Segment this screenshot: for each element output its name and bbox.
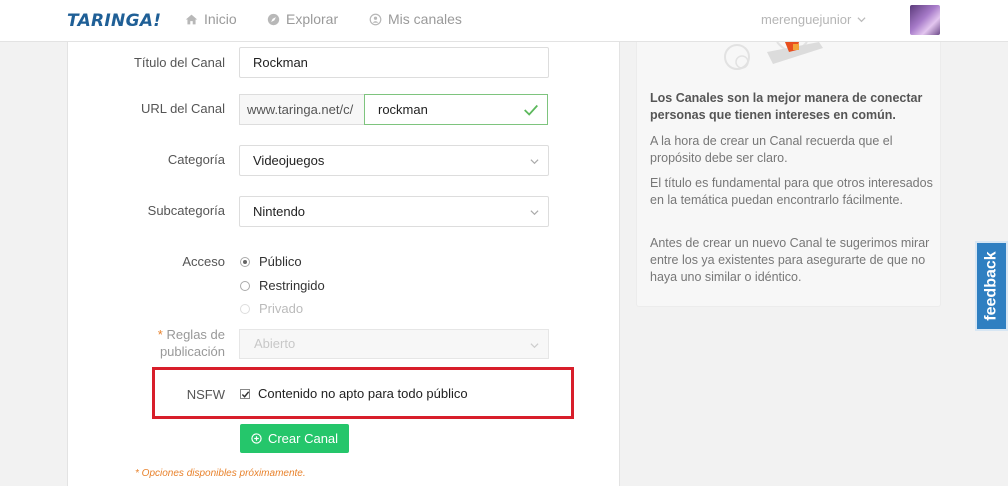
radio-restringido-label: Restringido: [259, 278, 325, 293]
info-paragraph-3: Antes de crear un nuevo Canal te sugerim…: [650, 236, 930, 284]
home-icon: [185, 14, 198, 24]
rules-label: * Reglas de publicación: [65, 326, 225, 360]
nsfw-checkbox-row[interactable]: Contenido no apto para todo público: [240, 386, 468, 401]
subcategory-value: Nintendo: [253, 204, 306, 219]
avatar[interactable]: [910, 5, 940, 35]
rules-label-line1: Reglas de: [166, 327, 225, 342]
url-prefix: www.taringa.net/c/: [239, 94, 365, 125]
url-label: URL del Canal: [140, 101, 225, 116]
access-label: Acceso: [182, 254, 225, 269]
nav-explorar[interactable]: Explorar: [267, 11, 338, 27]
taringa-logo[interactable]: TARINGA!: [67, 11, 161, 31]
subcategory-label: Subcategoría: [147, 203, 225, 218]
nav-inicio[interactable]: Inicio: [185, 11, 237, 27]
create-channel-label: Crear Canal: [267, 431, 339, 446]
radio-publico-label: Público: [259, 254, 302, 269]
radio-privado: Privado: [240, 301, 303, 316]
nav-mis-canales-label: Mis canales: [388, 11, 462, 27]
radio-dot: [240, 303, 250, 314]
plus-circle-icon: [251, 433, 262, 444]
nav-mis-canales[interactable]: Mis canales: [369, 11, 462, 27]
nsfw-label: NSFW: [186, 387, 225, 402]
radio-publico[interactable]: Público: [240, 254, 302, 269]
nsfw-checkbox-label: Contenido no apto para todo público: [258, 386, 468, 401]
chevron-down-icon: [530, 210, 539, 216]
feedback-label: feedback: [982, 251, 1000, 321]
feedback-tab[interactable]: feedback: [975, 241, 1008, 331]
compass-icon: [267, 13, 280, 25]
info-paragraph-2: El título es fundamental para que otros …: [650, 176, 933, 207]
chevron-down-icon: [530, 343, 539, 349]
radio-dot[interactable]: [240, 280, 250, 291]
category-value: Videojuegos: [253, 153, 325, 168]
username: merenguejunior: [761, 12, 852, 27]
subcategory-select[interactable]: Nintendo: [239, 196, 549, 227]
category-label: Categoría: [167, 152, 225, 167]
info-card: Los Canales son la mejor manera de conec…: [636, 42, 941, 307]
radio-dot[interactable]: [240, 256, 250, 267]
create-channel-button[interactable]: Crear Canal: [240, 424, 349, 453]
url-input-value: rockman: [378, 102, 428, 117]
nsfw-checkbox[interactable]: [240, 388, 250, 399]
chevron-down-icon: [857, 17, 866, 23]
user-menu[interactable]: merenguejunior: [761, 12, 866, 27]
rules-select: Abierto: [239, 329, 549, 359]
rules-value: Abierto: [254, 336, 296, 351]
checkmark-icon: [241, 390, 250, 398]
title-label: Título del Canal: [133, 55, 225, 70]
category-select[interactable]: Videojuegos: [239, 145, 549, 176]
footnote: * Opciones disponibles próximamente.: [135, 468, 306, 479]
check-icon: [524, 104, 538, 116]
required-asterisk: *: [157, 327, 163, 342]
radio-privado-label: Privado: [259, 301, 304, 316]
radio-restringido[interactable]: Restringido: [240, 278, 325, 293]
channels-icon: [369, 13, 382, 25]
chevron-down-icon: [530, 159, 539, 165]
info-headline: Los Canales son la mejor manera de conec…: [650, 91, 923, 122]
url-input[interactable]: rockman: [364, 94, 548, 125]
top-navbar: TARINGA! Inicio Explorar Mis canales mer…: [0, 0, 1008, 42]
nav-explorar-label: Explorar: [286, 11, 339, 27]
title-input[interactable]: Rockman: [239, 47, 549, 78]
nav-inicio-label: Inicio: [204, 11, 237, 27]
info-paragraph-1: A la hora de crear un Canal recuerda que…: [650, 134, 893, 165]
rules-label-line2: publicación: [159, 344, 225, 359]
